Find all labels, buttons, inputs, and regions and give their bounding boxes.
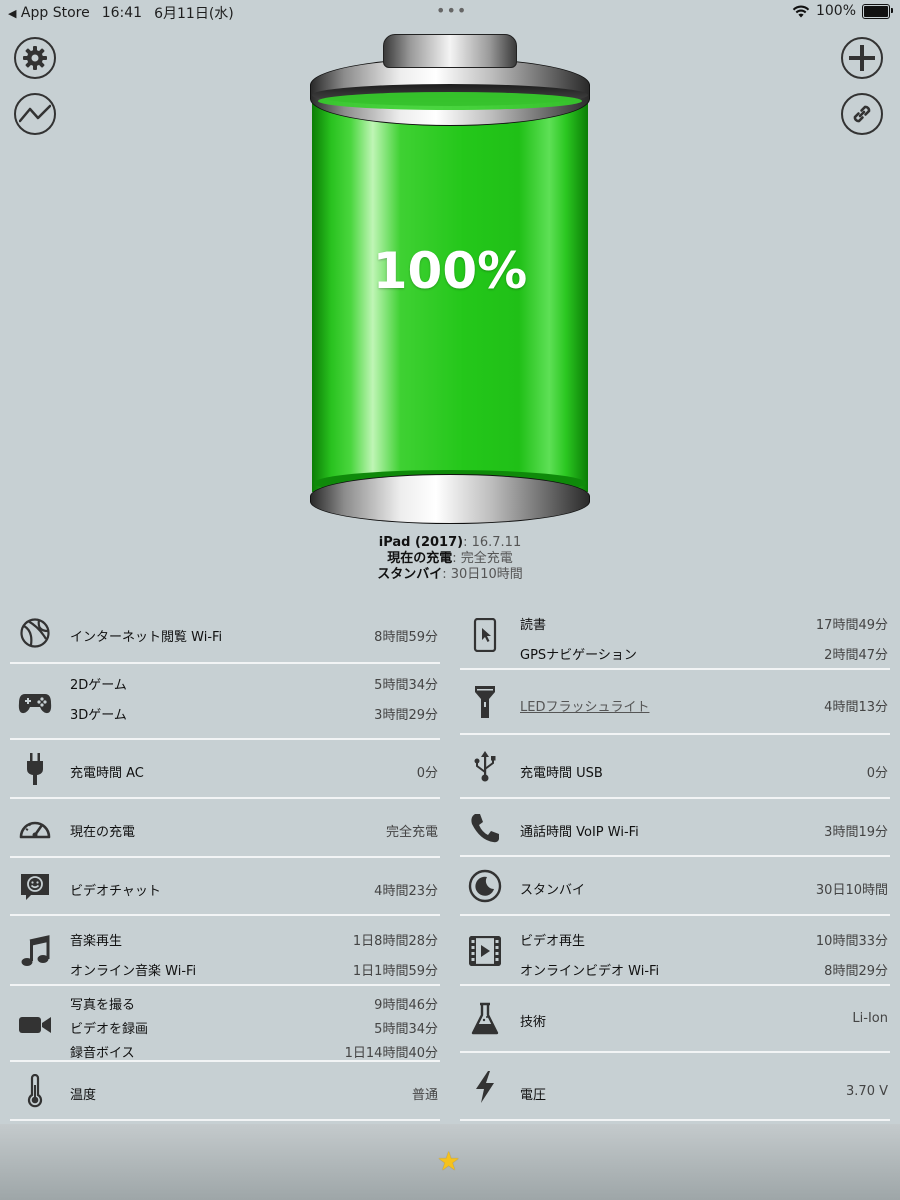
back-arrow-icon: ◀ <box>8 7 17 20</box>
plug-icon <box>18 752 52 786</box>
list-line: ビデオ再生 10時間33分 <box>520 934 888 949</box>
flashlight-link[interactable]: LEDフラッシュライト <box>520 696 649 715</box>
gamepad-icon <box>18 686 52 720</box>
flashlight-icon <box>468 685 502 719</box>
list-item-voip: 通話時間 VoIP Wi-Fi 3時間19分 <box>460 799 890 857</box>
link-button[interactable] <box>841 93 883 135</box>
device-info: iPad (2017): 16.7.11 現在の充電: 完全充電 スタンバイ: … <box>0 535 900 583</box>
list-item-camera: 写真を撮る 9時間46分 ビデオを録画 5時間34分 録音ボイス 1日14時間40分 <box>10 986 440 1062</box>
add-button[interactable] <box>841 37 883 79</box>
list-line: 音楽再生 1日8時間28分 <box>70 934 438 949</box>
list-item-web-browsing: インターネット閲覧 Wi-Fi 8時間59分 <box>10 600 440 664</box>
status-battery-icon <box>862 3 893 19</box>
list-line: オンライン音楽 Wi-Fi 1日1時間59分 <box>70 964 438 979</box>
list-item-charge-usb: 充電時間 USB 0分 <box>460 735 890 799</box>
list-line: 録音ボイス 1日14時間40分 <box>70 1046 438 1061</box>
film-icon <box>468 934 502 968</box>
gauge-icon <box>18 811 52 845</box>
list-item-current-charge: 現在の充電 完全充電 <box>10 799 440 858</box>
list-item-reading: 読書 17時間49分 GPSナビゲーション 2時間47分 <box>460 600 890 670</box>
back-to-app-store-link[interactable]: ◀ App Store <box>8 5 90 21</box>
list-line: インターネット閲覧 Wi-Fi 8時間59分 <box>70 630 438 645</box>
usage-list-left: インターネット閲覧 Wi-Fi 8時間59分 2Dゲーム 5時間34分 3Dゲーム 3… <box>10 600 440 1121</box>
back-label: App Store <box>20 5 90 21</box>
globe-icon <box>18 616 52 650</box>
list-item-video-chat: ビデオチャット 4時間23分 <box>10 858 440 916</box>
settings-button[interactable] <box>14 37 56 79</box>
thermometer-icon <box>18 1074 52 1108</box>
list-line: ビデオを録画 5時間34分 <box>70 1022 438 1037</box>
history-graph-button[interactable] <box>14 93 56 135</box>
list-line: 技術 Li-Ion <box>520 1011 888 1030</box>
link-icon <box>853 105 871 123</box>
star-rate-icon[interactable]: ★ <box>437 1147 460 1177</box>
list-item-temperature: 温度 普通 <box>10 1062 440 1121</box>
list-line: 現在の充電 完全充電 <box>70 825 438 840</box>
video-camera-icon <box>18 1008 52 1042</box>
list-line: 読書 17時間49分 <box>520 618 888 633</box>
list-line: 充電時間 USB 0分 <box>520 766 888 781</box>
status-date: 6月11日(水) <box>154 6 234 22</box>
list-line: 3Dゲーム 3時間29分 <box>70 708 438 723</box>
phone-icon <box>468 811 502 845</box>
device-standby-line: スタンバイ: 30日10時間 <box>377 567 523 582</box>
list-line: 2Dゲーム 5時間34分 <box>70 678 438 693</box>
list-item-voltage: 電圧 3.70 V <box>460 1053 890 1121</box>
list-item-games: 2Dゲーム 5時間34分 3Dゲーム 3時間29分 <box>10 664 440 740</box>
usb-icon <box>468 749 502 783</box>
device-charge-line: 現在の充電: 完全充電 <box>387 551 513 566</box>
multitasking-dots-icon[interactable]: ••• <box>436 1 467 20</box>
list-line: ビデオチャット 4時間23分 <box>70 884 438 899</box>
list-line: 電圧 3.70 V <box>520 1084 888 1103</box>
battery-level-graphic: 100% <box>308 34 592 524</box>
list-line: 温度 普通 <box>70 1088 438 1103</box>
moon-icon <box>468 869 502 903</box>
list-line: スタンバイ 30日10時間 <box>520 883 888 898</box>
status-time: 16:41 <box>101 5 143 21</box>
status-bar: ◀ App Store 16:41 6月11日(水) ••• 100% <box>0 0 900 24</box>
list-line: オンラインビデオ Wi-Fi 8時間29分 <box>520 964 888 979</box>
video-chat-icon <box>18 870 52 904</box>
tablet-touch-icon <box>468 618 502 652</box>
list-item-flashlight: LEDフラッシュライト 4時間13分 <box>460 670 890 735</box>
wifi-icon <box>792 5 810 17</box>
battery-percent: 100% <box>372 242 528 300</box>
music-note-icon <box>18 934 52 968</box>
device-model-line: iPad (2017): 16.7.11 <box>378 535 522 550</box>
list-line: 通話時間 VoIP Wi-Fi 3時間19分 <box>520 825 888 840</box>
list-line: 写真を撮る 9時間46分 <box>70 998 438 1013</box>
list-item-technology: 技術 Li-Ion <box>460 986 890 1053</box>
line-graph-icon <box>19 104 51 123</box>
list-item-charge-ac: 充電時間 AC 0分 <box>10 740 440 799</box>
gear-icon <box>23 46 47 70</box>
usage-list-right: 読書 17時間49分 GPSナビゲーション 2時間47分 LEDフラッシュライト 4時… <box>460 600 890 1121</box>
list-item-video-playback: ビデオ再生 10時間33分 オンラインビデオ Wi-Fi 8時間29分 <box>460 916 890 986</box>
list-line: 充電時間 AC 0分 <box>70 766 438 781</box>
list-item-standby: スタンバイ 30日10時間 <box>460 857 890 916</box>
lightning-icon <box>468 1070 502 1104</box>
list-item-music: 音楽再生 1日8時間28分 オンライン音楽 Wi-Fi 1日1時間59分 <box>10 916 440 986</box>
status-battery-percent: 100% <box>815 3 856 19</box>
flask-icon <box>468 1002 502 1036</box>
list-line: GPSナビゲーション 2時間47分 <box>520 648 888 663</box>
plus-icon <box>849 45 875 71</box>
list-line: LEDフラッシュライト 4時間13分 <box>520 696 888 715</box>
